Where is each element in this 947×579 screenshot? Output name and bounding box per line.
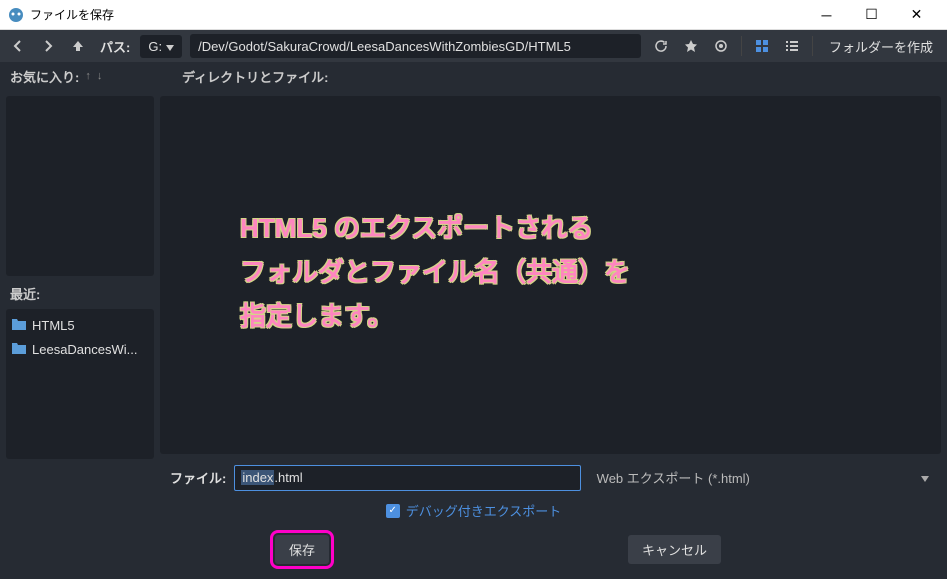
sidebar: 最近: HTML5 LeesaDancesWi... bbox=[0, 90, 160, 460]
debug-export-row: ✓ デバッグ付きエクスポート bbox=[0, 495, 947, 526]
recent-label: 最近: bbox=[6, 276, 154, 309]
subheader: お気に入り: ↑ ↓ ディレクトリとファイル: bbox=[0, 62, 947, 90]
favorites-panel bbox=[6, 96, 154, 276]
annotation-line: フォルダとファイル名（共通）を bbox=[240, 250, 630, 294]
filter-value: Web エクスポート (*.html) bbox=[597, 468, 750, 487]
window-title: ファイルを保存 bbox=[30, 6, 804, 23]
app-icon bbox=[8, 7, 24, 23]
back-button[interactable] bbox=[4, 32, 32, 60]
debug-label: デバッグ付きエクスポート bbox=[406, 501, 562, 520]
maximize-button[interactable]: ☐ bbox=[849, 0, 894, 30]
minimize-button[interactable]: ─ bbox=[804, 0, 849, 30]
window-controls: ─ ☐ ✕ bbox=[804, 0, 939, 30]
drive-value: G: bbox=[148, 39, 162, 54]
save-button[interactable]: 保存 bbox=[275, 535, 329, 564]
chevron-down-icon bbox=[166, 39, 174, 54]
annotation-line: HTML5 のエクスポートされる bbox=[240, 206, 630, 250]
filename-row: ファイル: index.html Web エクスポート (*.html) bbox=[0, 460, 947, 495]
create-folder-button[interactable]: フォルダーを作成 bbox=[819, 37, 943, 56]
save-button-highlight: 保存 bbox=[270, 530, 334, 569]
chevron-down-icon bbox=[921, 470, 929, 485]
file-filter-select[interactable]: Web エクスポート (*.html) bbox=[589, 464, 937, 491]
show-hidden-button[interactable] bbox=[707, 32, 735, 60]
divider bbox=[812, 36, 813, 56]
button-row: 保存 キャンセル bbox=[0, 526, 947, 579]
recent-list: HTML5 LeesaDancesWi... bbox=[6, 309, 154, 459]
up-button[interactable] bbox=[64, 32, 92, 60]
item-label: HTML5 bbox=[32, 318, 75, 333]
list-item[interactable]: LeesaDancesWi... bbox=[6, 337, 154, 361]
refresh-button[interactable] bbox=[647, 32, 675, 60]
list-item[interactable]: HTML5 bbox=[6, 313, 154, 337]
divider bbox=[741, 36, 742, 56]
forward-button[interactable] bbox=[34, 32, 62, 60]
annotation-line: 指定します。 bbox=[240, 294, 630, 338]
sort-up-icon[interactable]: ↑ bbox=[85, 70, 91, 82]
dir-files-label: ディレクトリとファイル: bbox=[170, 67, 328, 86]
file-label: ファイル: bbox=[170, 468, 226, 487]
cancel-button[interactable]: キャンセル bbox=[628, 535, 721, 564]
path-value: /Dev/Godot/SakuraCrowd/LeesaDancesWithZo… bbox=[198, 39, 571, 54]
drive-select[interactable]: G: bbox=[140, 35, 182, 58]
folder-icon bbox=[12, 341, 26, 357]
toolbar: パス: G: /Dev/Godot/SakuraCrowd/LeesaDance… bbox=[0, 30, 947, 62]
filename-input[interactable]: index.html bbox=[234, 465, 580, 491]
grid-view-button[interactable] bbox=[748, 32, 776, 60]
folder-icon bbox=[12, 317, 26, 333]
filename-selected: index bbox=[241, 470, 274, 485]
path-input[interactable]: /Dev/Godot/SakuraCrowd/LeesaDancesWithZo… bbox=[190, 34, 641, 58]
list-view-button[interactable] bbox=[778, 32, 806, 60]
filename-rest: .html bbox=[274, 470, 302, 485]
path-label: パス: bbox=[94, 37, 136, 56]
annotation-overlay: HTML5 のエクスポートされる フォルダとファイル名（共通）を 指定します。 bbox=[240, 206, 630, 339]
main-area: 最近: HTML5 LeesaDancesWi... HTML5 のエクスポート… bbox=[0, 90, 947, 460]
favorites-header: お気に入り: ↑ ↓ bbox=[10, 67, 170, 86]
item-label: LeesaDancesWi... bbox=[32, 342, 138, 357]
close-button[interactable]: ✕ bbox=[894, 0, 939, 30]
titlebar: ファイルを保存 ─ ☐ ✕ bbox=[0, 0, 947, 30]
favorite-button[interactable] bbox=[677, 32, 705, 60]
favorites-label: お気に入り: bbox=[10, 67, 79, 86]
sort-down-icon[interactable]: ↓ bbox=[97, 70, 103, 82]
file-list-area[interactable]: HTML5 のエクスポートされる フォルダとファイル名（共通）を 指定します。 bbox=[160, 96, 941, 454]
debug-checkbox[interactable]: ✓ bbox=[386, 504, 400, 518]
